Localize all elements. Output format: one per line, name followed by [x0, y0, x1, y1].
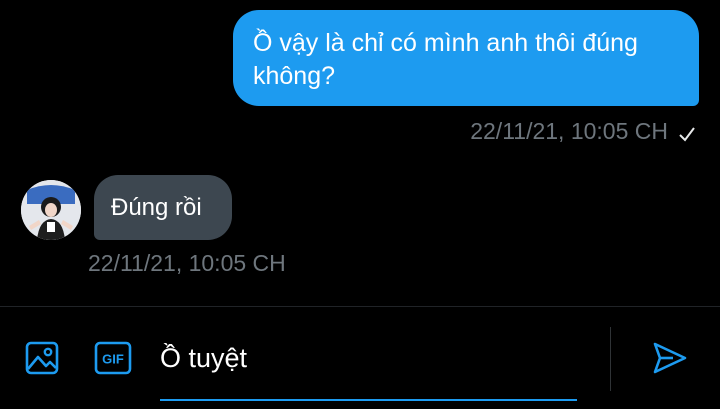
composer-divider — [610, 327, 611, 391]
outgoing-message-meta: 22/11/21, 10:05 CH — [470, 115, 696, 147]
outgoing-timestamp: 22/11/21, 10:05 CH — [470, 117, 668, 144]
message-composer: GIF — [0, 306, 720, 409]
message-thread: Ồ vậy là chỉ có mình anh thôi đúng không… — [0, 0, 720, 306]
incoming-message-bubble[interactable]: Đúng rồi — [94, 175, 232, 240]
outgoing-message-bubble[interactable]: Ồ vậy là chỉ có mình anh thôi đúng không… — [233, 10, 699, 106]
avatar[interactable] — [21, 180, 81, 240]
gif-icon: GIF — [94, 341, 132, 380]
gif-icon-label: GIF — [102, 351, 124, 366]
image-icon — [24, 340, 60, 381]
add-gif-button[interactable]: GIF — [93, 340, 133, 380]
outgoing-message-text: Ồ vậy là chỉ có mình anh thôi đúng không… — [253, 29, 638, 90]
message-input-wrapper — [160, 329, 577, 401]
check-icon — [678, 122, 696, 142]
message-input[interactable] — [160, 341, 577, 375]
send-button[interactable] — [648, 338, 692, 382]
send-icon — [651, 339, 689, 382]
incoming-timestamp: 22/11/21, 10:05 CH — [88, 250, 286, 276]
add-image-button[interactable] — [22, 340, 62, 380]
incoming-message-text: Đúng rồi — [111, 194, 202, 221]
